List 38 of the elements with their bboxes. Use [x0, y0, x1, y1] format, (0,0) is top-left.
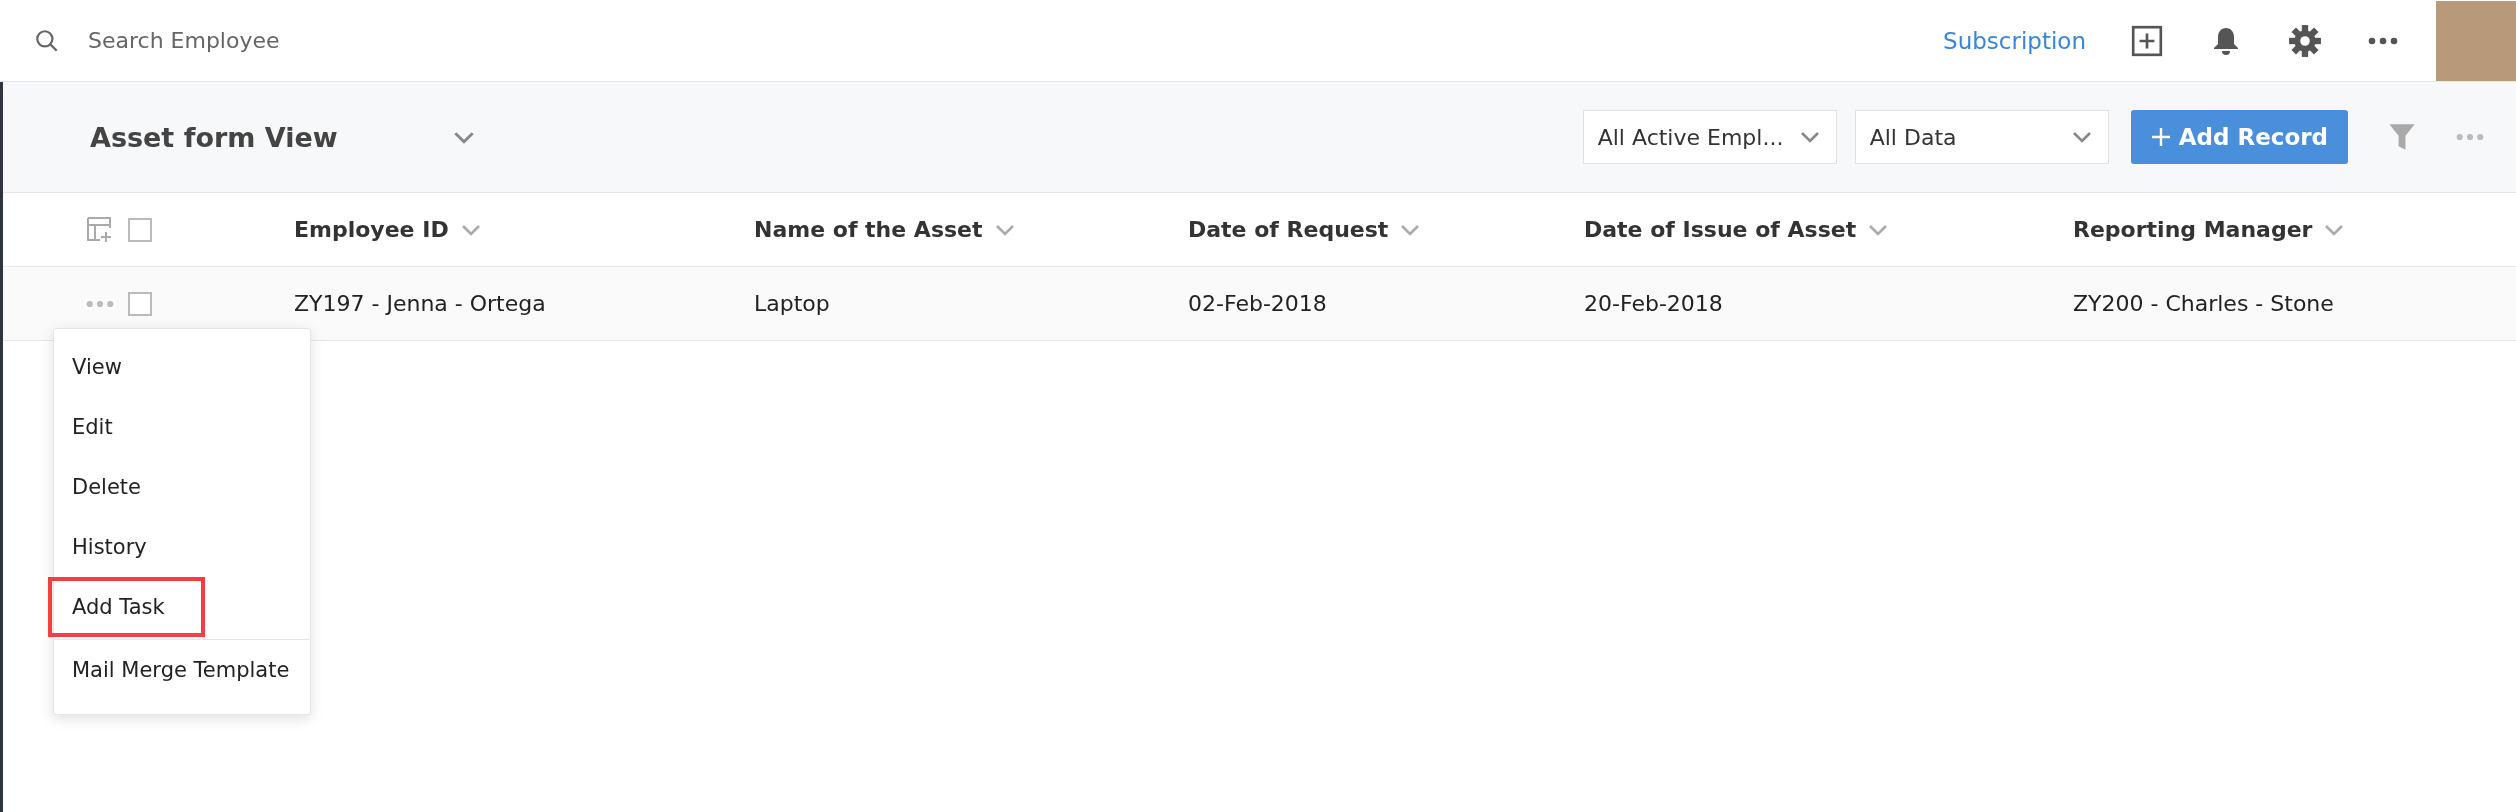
chevron-down-icon[interactable] — [452, 130, 475, 144]
chevron-down-icon[interactable] — [1868, 223, 1889, 236]
table-cell-text: 02-Feb-2018 — [1188, 291, 1328, 316]
table-cell-text: 20-Feb-2018 — [1584, 291, 1724, 316]
row-checkbox[interactable] — [128, 291, 152, 316]
row-actions-icon[interactable] — [86, 299, 114, 308]
filter-icon[interactable] — [2388, 122, 2416, 152]
menu-item[interactable]: View — [48, 336, 146, 397]
column-header[interactable]: Date of Issue of Asset — [1584, 217, 1857, 242]
column-header[interactable]: Name of the Asset — [754, 217, 983, 242]
add-column-icon[interactable] — [86, 215, 114, 244]
table-cell-text: ZY200 - Charles - Stone — [2073, 291, 2335, 316]
filter-dropdown[interactable]: All Data — [1854, 110, 2109, 164]
chevron-down-icon[interactable] — [2071, 131, 2092, 143]
settings-icon[interactable] — [2288, 23, 2322, 58]
menu-item[interactable]: Delete — [48, 456, 165, 517]
more-icon[interactable] — [2368, 36, 2398, 45]
chevron-down-icon[interactable] — [1400, 223, 1421, 236]
add-icon[interactable] — [2130, 23, 2164, 58]
column-header[interactable]: Reporting Manager — [2073, 217, 2313, 242]
column-header[interactable]: Employee ID — [294, 217, 449, 242]
filter-dropdown[interactable]: All Active Empl... — [1582, 110, 1837, 164]
subscription-link[interactable]: Subscription — [1943, 27, 2086, 54]
plus-icon — [2150, 127, 2171, 147]
menu-item[interactable]: Mail Merge Template — [48, 639, 314, 700]
chevron-down-icon[interactable] — [2324, 223, 2345, 236]
chevron-down-icon[interactable] — [1799, 131, 1820, 143]
table-cell-text: ZY197 - Jenna - Ortega — [294, 291, 547, 316]
view-title: Asset form View — [90, 121, 338, 153]
menu-item[interactable]: Add Task — [48, 576, 205, 637]
menu-item[interactable]: History — [48, 516, 171, 577]
chevron-down-icon[interactable] — [460, 223, 481, 236]
chevron-down-icon[interactable] — [994, 223, 1015, 236]
search-icon — [34, 27, 60, 54]
column-header[interactable]: Date of Request — [1188, 217, 1389, 242]
select-all-checkbox[interactable] — [128, 217, 152, 242]
menu-item[interactable]: Edit — [48, 396, 137, 457]
table-cell-text: Laptop — [754, 291, 831, 316]
